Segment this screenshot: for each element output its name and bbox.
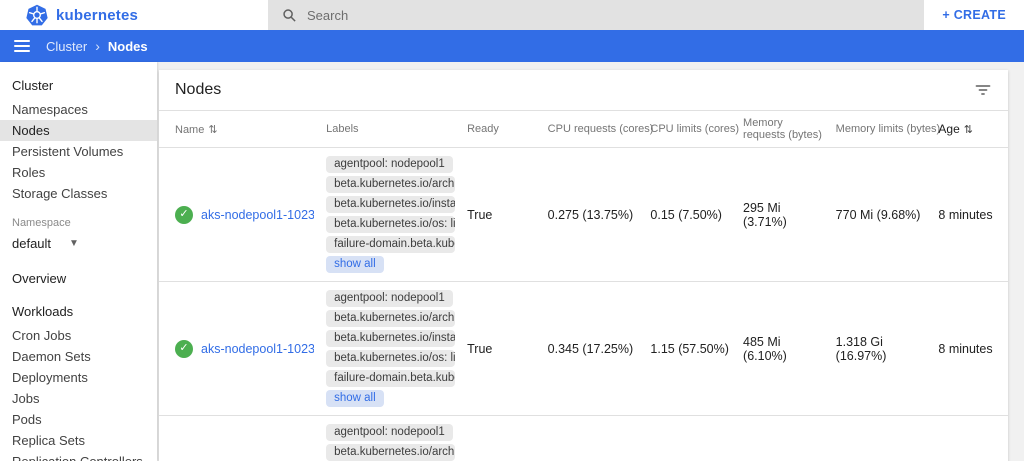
label-chip: beta.kubernetes.io/instance-t. xyxy=(326,196,455,213)
ready-value: True xyxy=(461,148,542,282)
table-row: ✓ aks-nodepool1-10230590-vm... agentpool… xyxy=(159,148,1008,282)
column-header-ready: Ready xyxy=(461,111,542,148)
sidebar-item-cron-jobs[interactable]: Cron Jobs xyxy=(0,325,157,346)
cpu-requests-value: 0.275 (13.75%) xyxy=(542,148,645,282)
sidebar-item-namespaces[interactable]: Namespaces xyxy=(0,99,157,120)
column-header-labels: Labels xyxy=(320,111,461,148)
content: Cluster Namespaces Nodes Persistent Volu… xyxy=(0,62,1024,461)
namespace-label: Namespace xyxy=(0,204,157,232)
node-name-link[interactable]: aks-nodepool1-10230590-vm... xyxy=(201,342,314,356)
sidebar-item-nodes[interactable]: Nodes xyxy=(0,120,157,141)
age-value: 8 minutes xyxy=(932,282,1008,416)
label-chip: beta.kubernetes.io/os: linux xyxy=(326,350,455,367)
column-header-name[interactable]: Name⇅ xyxy=(159,111,320,148)
cpu-limits-value: 0.15 (7.50%) xyxy=(644,148,737,282)
label-chip: beta.kubernetes.io/instance-t. xyxy=(326,330,455,347)
show-all-button[interactable]: show all xyxy=(326,390,384,407)
nodes-card: Nodes xyxy=(159,70,1008,461)
memory-limits-value: 1.318 Gi (16.97%) xyxy=(830,282,933,416)
cpu-requests-value: 0.345 (17.25%) xyxy=(542,282,645,416)
table-row: ✓ aks-nodepool1-10230590-vm... agentpool… xyxy=(159,416,1008,461)
label-chip: agentpool: nodepool1 xyxy=(326,290,453,307)
sidebar-item-daemon-sets[interactable]: Daemon Sets xyxy=(0,346,157,367)
cpu-requests-value: 0.385 (19.25%) xyxy=(542,416,645,461)
namespace-selector[interactable]: default ▼ xyxy=(0,232,157,257)
sidebar-item-overview[interactable]: Overview xyxy=(0,265,157,292)
label-chip: beta.kubernetes.io/arch: amd. xyxy=(326,444,455,461)
column-header-memory-limits: Memory limits (bytes) xyxy=(830,111,933,148)
labels-list: agentpool: nodepool1 beta.kubernetes.io/… xyxy=(326,290,455,407)
kubernetes-logo-icon xyxy=(26,4,48,26)
label-chip: beta.kubernetes.io/os: linux xyxy=(326,216,455,233)
sort-icon: ⇅ xyxy=(208,124,217,136)
breadcrumb-cluster[interactable]: Cluster xyxy=(46,39,87,54)
node-ready-icon: ✓ xyxy=(175,340,193,358)
breadcrumb: Cluster › Nodes xyxy=(46,39,148,54)
breadcrumb-current: Nodes xyxy=(108,39,148,54)
page-title: Nodes xyxy=(175,81,221,99)
table-header-row: Name⇅ Labels Ready CPU requests (cores) … xyxy=(159,111,1008,148)
memory-limits-value: 770 Mi (9.68%) xyxy=(830,148,933,282)
sidebar-item-storage-classes[interactable]: Storage Classes xyxy=(0,183,157,204)
label-chip: agentpool: nodepool1 xyxy=(326,424,453,441)
ready-value: True xyxy=(461,282,542,416)
sidebar: Cluster Namespaces Nodes Persistent Volu… xyxy=(0,62,157,461)
breadcrumb-bar: Cluster › Nodes xyxy=(0,30,1024,62)
sidebar-section-workloads: Workloads xyxy=(0,298,157,325)
memory-requests-value: 485 Mi (6.10%) xyxy=(737,282,830,416)
search-bar xyxy=(268,0,924,30)
memory-requests-value: 409 Mi (5.14%) xyxy=(737,416,830,461)
column-header-cpu-limits: CPU limits (cores) xyxy=(644,111,737,148)
table-row: ✓ aks-nodepool1-10230590-vm... agentpool… xyxy=(159,282,1008,416)
node-ready-icon: ✓ xyxy=(175,206,193,224)
brand-name: kubernetes xyxy=(56,7,138,24)
age-value: 8 minutes xyxy=(932,416,1008,461)
namespace-value: default xyxy=(12,236,51,251)
sidebar-item-pods[interactable]: Pods xyxy=(0,409,157,430)
sidebar-section-cluster: Cluster xyxy=(0,72,157,99)
menu-icon[interactable] xyxy=(14,40,30,52)
search-input[interactable] xyxy=(307,8,910,23)
label-chip: failure-domain.beta.kubernet. xyxy=(326,236,455,253)
column-header-memory-requests: Memory requests (bytes) xyxy=(737,111,830,148)
node-name-link[interactable]: aks-nodepool1-10230590-vm... xyxy=(201,208,314,222)
brand: kubernetes xyxy=(0,0,268,30)
cpu-limits-value: 1.15 (57.50%) xyxy=(644,282,737,416)
chevron-right-icon: › xyxy=(95,39,100,53)
column-header-age[interactable]: Age⇅ xyxy=(932,111,1008,148)
card-header: Nodes xyxy=(159,70,1008,111)
nodes-table: Name⇅ Labels Ready CPU requests (cores) … xyxy=(159,111,1008,461)
label-chip: beta.kubernetes.io/arch: amd. xyxy=(326,176,455,193)
label-chip: beta.kubernetes.io/arch: amd. xyxy=(326,310,455,327)
sidebar-item-persistent-volumes[interactable]: Persistent Volumes xyxy=(0,141,157,162)
top-bar: kubernetes + CREATE xyxy=(0,0,1024,30)
main-area: Nodes xyxy=(157,62,1024,461)
ready-value: True xyxy=(461,416,542,461)
memory-requests-value: 295 Mi (3.71%) xyxy=(737,148,830,282)
chevron-down-icon: ▼ xyxy=(69,238,79,249)
sidebar-item-roles[interactable]: Roles xyxy=(0,162,157,183)
sort-icon: ⇅ xyxy=(964,124,973,136)
labels-list: agentpool: nodepool1 beta.kubernetes.io/… xyxy=(326,156,455,273)
sidebar-item-replica-sets[interactable]: Replica Sets xyxy=(0,430,157,451)
label-chip: agentpool: nodepool1 xyxy=(326,156,453,173)
create-button[interactable]: + CREATE xyxy=(924,0,1024,30)
sidebar-item-jobs[interactable]: Jobs xyxy=(0,388,157,409)
cpu-limits-value: 0.25 (12.50%) xyxy=(644,416,737,461)
filter-icon[interactable] xyxy=(974,81,992,99)
column-header-cpu-requests: CPU requests (cores) xyxy=(542,111,645,148)
sidebar-item-deployments[interactable]: Deployments xyxy=(0,367,157,388)
memory-limits-value: 1.240 Gi (15.96%) xyxy=(830,416,933,461)
search-icon xyxy=(282,8,297,23)
age-value: 8 minutes xyxy=(932,148,1008,282)
label-chip: failure-domain.beta.kubernet. xyxy=(326,370,455,387)
labels-list: agentpool: nodepool1 beta.kubernetes.io/… xyxy=(326,424,455,461)
sidebar-item-replication-controllers[interactable]: Replication Controllers xyxy=(0,451,157,461)
show-all-button[interactable]: show all xyxy=(326,256,384,273)
